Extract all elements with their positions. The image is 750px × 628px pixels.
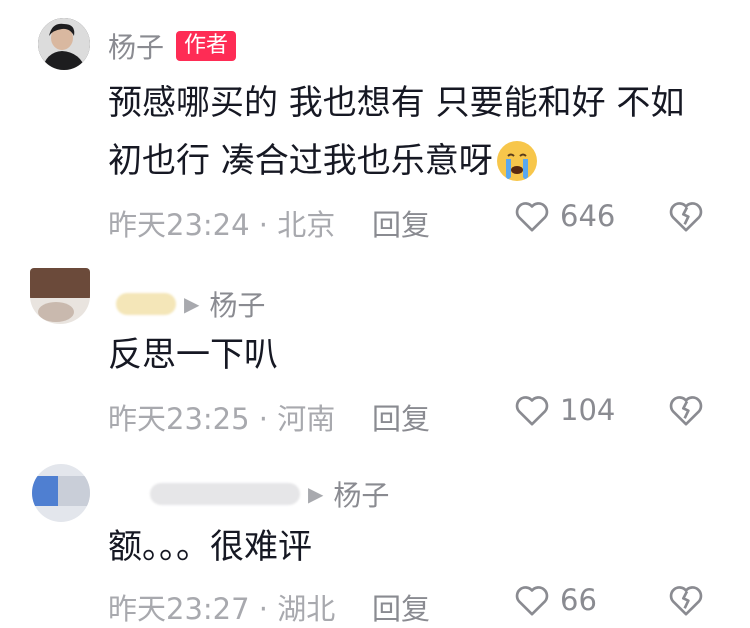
avatar[interactable]	[30, 268, 90, 324]
author-name[interactable]: 杨子	[108, 26, 164, 66]
broken-heart-icon[interactable]	[666, 580, 706, 620]
reply-button[interactable]: 回复	[372, 586, 430, 628]
reply-button[interactable]: 回复	[372, 202, 430, 244]
comment-header: 杨子 作者	[108, 26, 237, 66]
reply-target-name[interactable]: 杨子	[333, 474, 389, 514]
comment-text-line: 初也行 凑合过我也乐意呀	[108, 132, 684, 190]
broken-heart-icon[interactable]	[666, 196, 706, 236]
crying-face-icon	[495, 139, 539, 183]
comment-header: ▶ 杨子	[116, 284, 265, 324]
comment-actions: 昨天23:27 · 湖北 回复 66	[108, 580, 728, 626]
avatar-photo	[30, 268, 90, 324]
time-location: 昨天23:27 · 湖北	[108, 592, 336, 626]
comment-actions: 昨天23:25 · 河南 回复 104	[108, 390, 728, 436]
comment-header: ▶ 杨子	[150, 474, 389, 514]
blurred-username[interactable]	[116, 293, 176, 315]
comment-text: 额。。。很难评	[108, 527, 312, 567]
avatar[interactable]	[32, 464, 90, 522]
like-button[interactable]: 646	[512, 196, 615, 236]
comment-item: ▶ 杨子 反思一下叭 昨天23:25 · 河南 回复 104	[0, 258, 750, 448]
author-badge: 作者	[176, 31, 237, 61]
time-location: 昨天23:25 · 河南	[108, 402, 336, 436]
comment-item: 杨子 作者 预感哪买的 我也想有 只要能和好 不如 初也行 凑合过我也乐意呀 昨…	[0, 0, 750, 258]
like-count: 104	[560, 393, 616, 427]
comment-actions: 昨天23:24 · 北京 回复 646	[108, 196, 728, 242]
time-location: 昨天23:24 · 北京	[108, 208, 336, 242]
avatar-photo	[32, 464, 90, 522]
heart-outline-icon	[512, 196, 552, 236]
avatar-photo	[38, 18, 90, 70]
avatar[interactable]	[38, 18, 90, 70]
comment-text-line-content: 初也行 凑合过我也乐意呀	[108, 141, 493, 181]
play-triangle-icon: ▶	[184, 292, 200, 316]
blurred-username[interactable]	[150, 483, 300, 505]
reply-button[interactable]: 回复	[372, 396, 430, 438]
play-triangle-icon: ▶	[308, 482, 324, 506]
like-count: 646	[560, 199, 616, 233]
broken-heart-icon[interactable]	[666, 390, 706, 430]
comment-item: ▶ 杨子 额。。。很难评 昨天23:27 · 湖北 回复 66	[0, 448, 750, 626]
like-button[interactable]: 104	[512, 390, 615, 430]
comment-text: 反思一下叭	[108, 335, 278, 375]
heart-outline-icon	[512, 580, 552, 620]
heart-outline-icon	[512, 390, 552, 430]
like-button[interactable]: 66	[512, 580, 597, 620]
comment-text-line: 预感哪买的 我也想有 只要能和好 不如	[108, 83, 685, 123]
like-count: 66	[560, 583, 597, 617]
comment-text: 预感哪买的 我也想有 只要能和好 不如 初也行 凑合过我也乐意呀	[108, 74, 684, 190]
reply-target-name[interactable]: 杨子	[209, 284, 265, 324]
